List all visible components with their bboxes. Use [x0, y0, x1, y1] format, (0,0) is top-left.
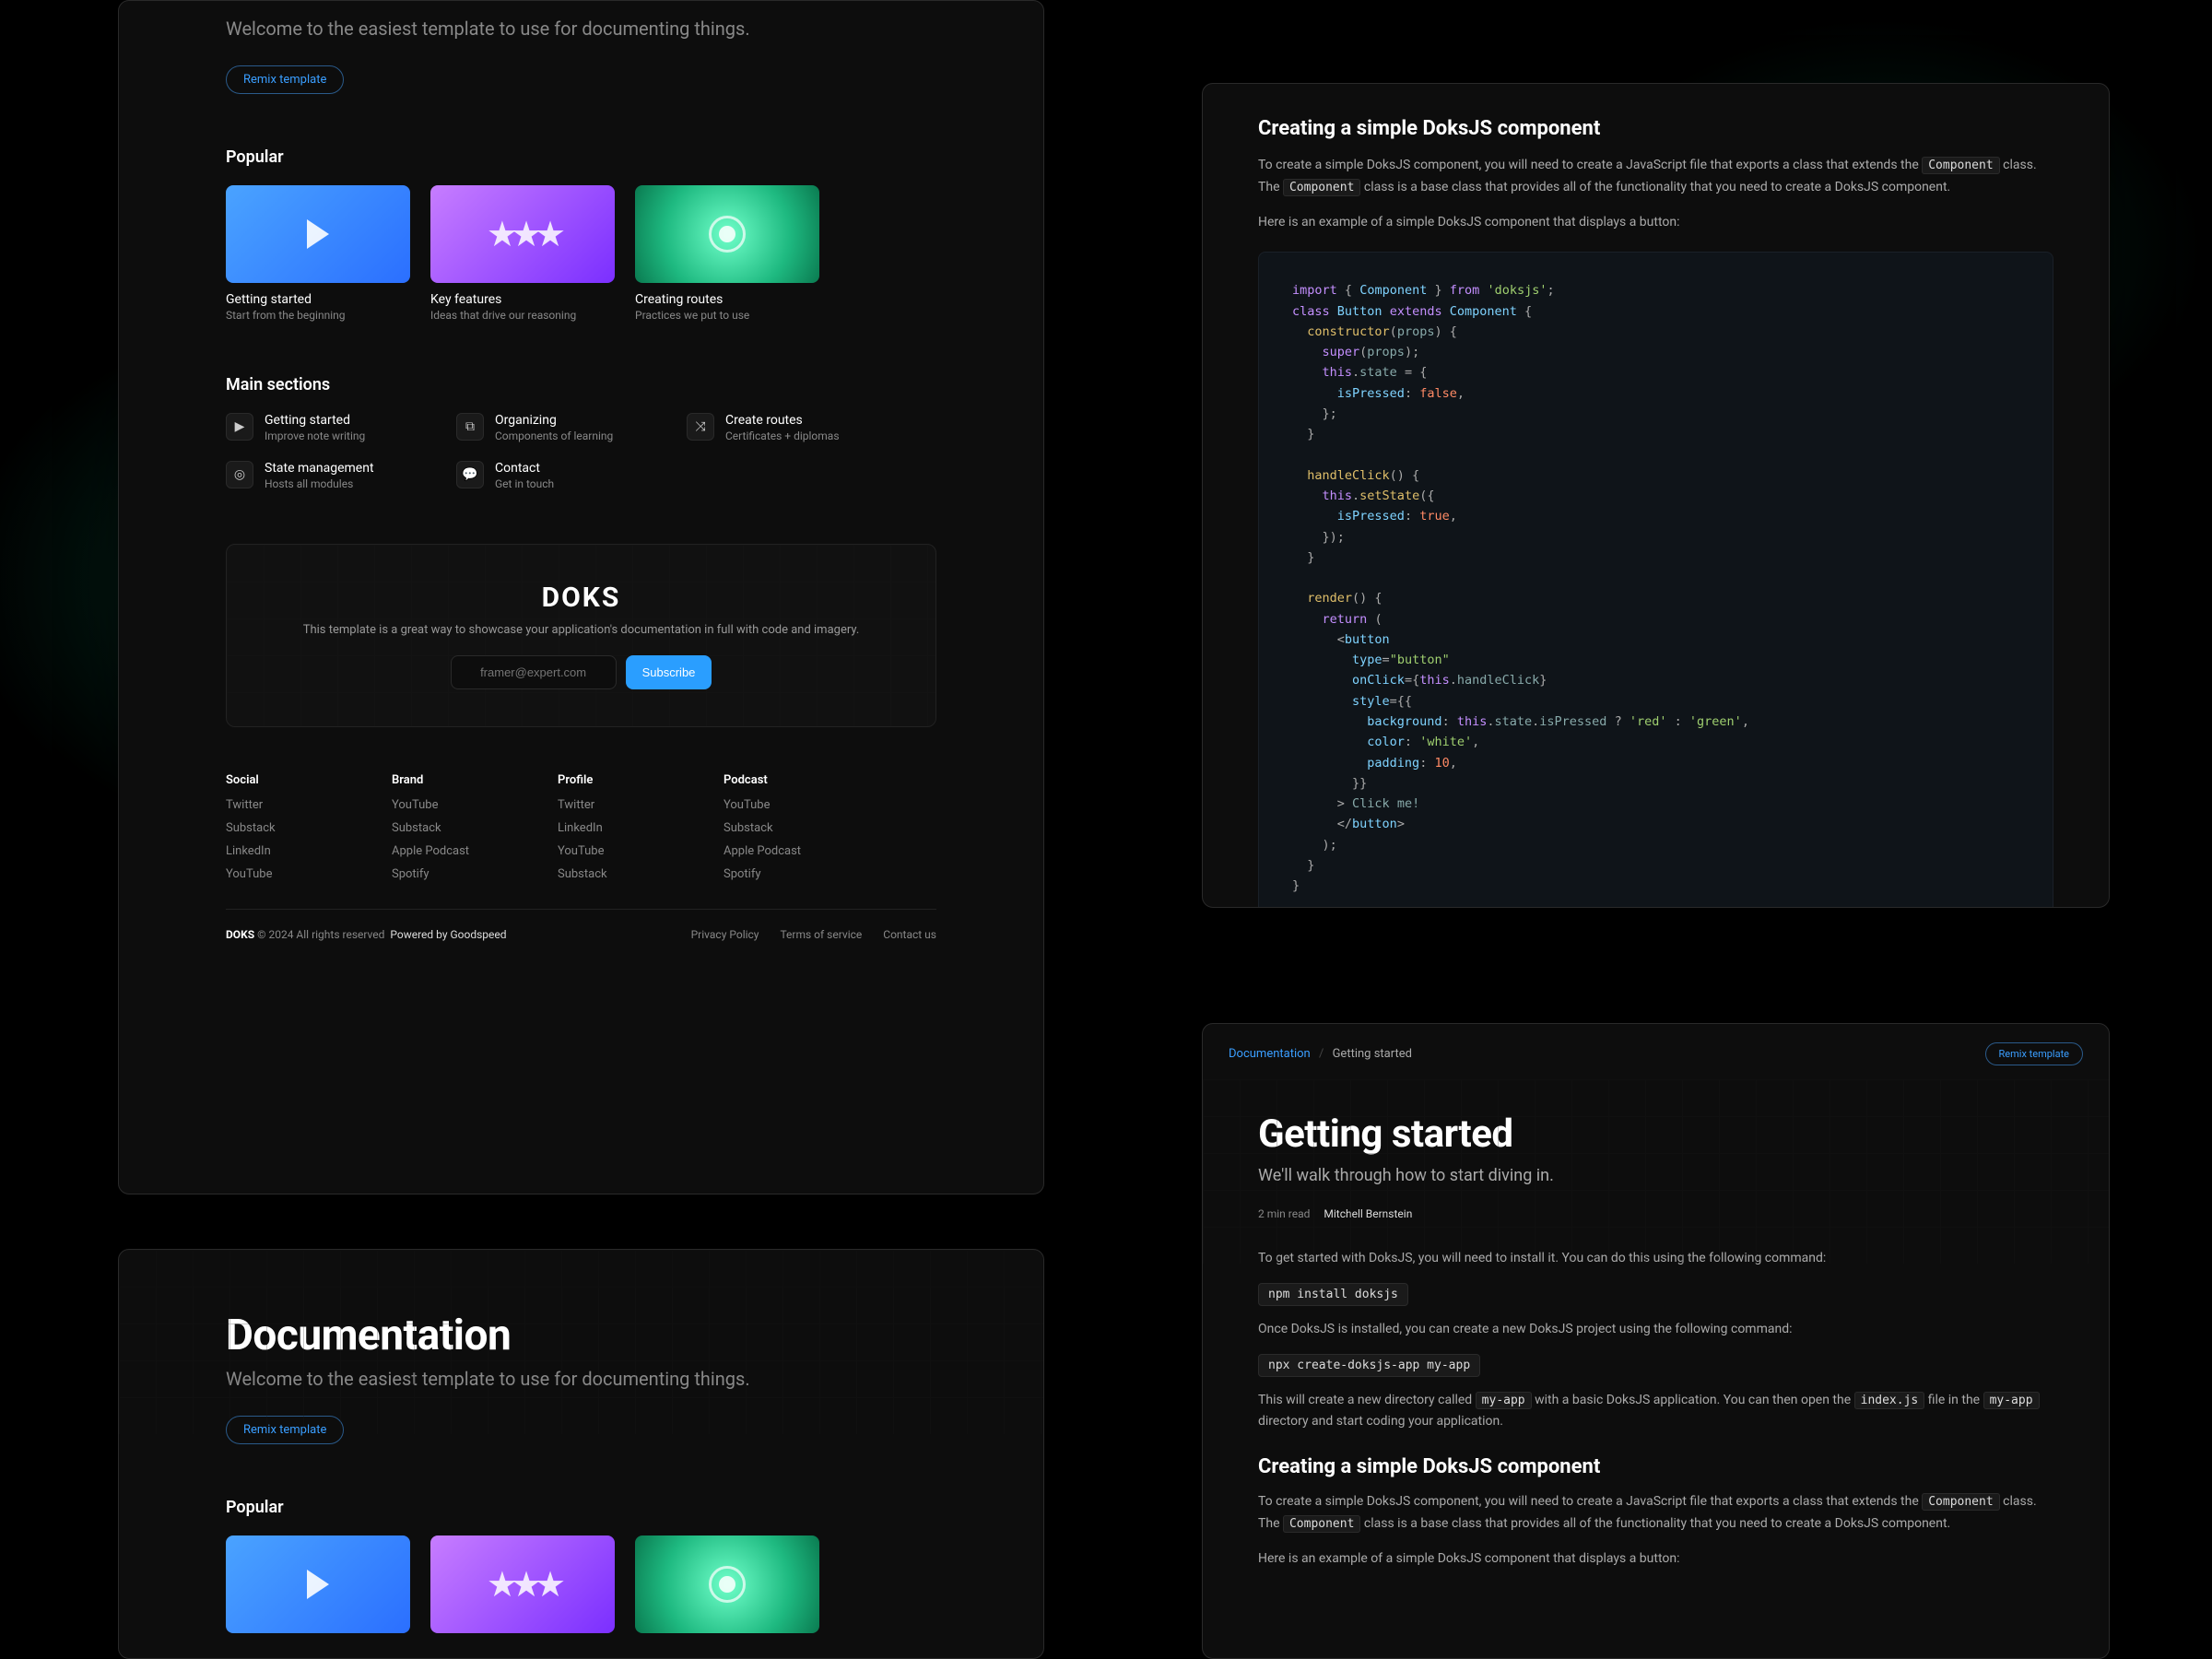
footer-link[interactable]: Spotify — [392, 867, 548, 881]
inline-code: Component — [1922, 157, 1999, 174]
footer-link[interactable]: Substack — [226, 821, 382, 835]
footer-link[interactable]: LinkedIn — [558, 821, 714, 835]
hero-subtitle: Welcome to the easiest template to use f… — [226, 18, 936, 40]
footer-link[interactable]: Substack — [558, 867, 714, 881]
star-icon: ★★★ — [430, 185, 615, 283]
footer-link[interactable]: Apple Podcast — [392, 844, 548, 858]
doc-meta: 2 min read Mitchell Bernstein — [1258, 1207, 2053, 1220]
hero-panel: Documentation Welcome to the easiest tem… — [118, 1249, 1044, 1659]
remix-template-button[interactable]: Remix template — [1985, 1042, 2083, 1065]
footer-link[interactable]: YouTube — [226, 867, 382, 881]
card-getting-started[interactable]: Getting started Start from the beginning — [226, 185, 410, 322]
article-paragraph: Here is an example of a simple DoksJS co… — [1258, 212, 2053, 234]
inline-code: Component — [1283, 179, 1360, 196]
popular-heading: Popular — [226, 147, 936, 167]
inline-code: index.js — [1854, 1392, 1925, 1409]
star-icon: ★★★ — [430, 1535, 615, 1633]
popular-heading: Popular — [226, 1498, 936, 1517]
footer-link[interactable]: Twitter — [226, 798, 382, 812]
article-panel: Creating a simple DoksJS component To cr… — [1202, 83, 2110, 908]
footer-link[interactable]: Spotify — [724, 867, 880, 881]
footer-link[interactable]: Substack — [724, 821, 880, 835]
command-block: npx create-doksjs-app my-app — [1258, 1354, 1480, 1377]
target-icon: ◎ — [226, 461, 253, 488]
doc-paragraph: To create a simple DoksJS component, you… — [1258, 1491, 2053, 1535]
section-getting-started[interactable]: ▶ Getting startedImprove note writing — [226, 413, 438, 442]
read-time: 2 min read — [1258, 1207, 1310, 1220]
doc-subtitle: We'll walk through how to start diving i… — [1258, 1166, 2053, 1185]
card-key-features[interactable]: ★★★ — [430, 1535, 615, 1633]
inline-code: my-app — [1983, 1392, 2040, 1409]
code-block: import { Component } from 'doksjs'; clas… — [1258, 252, 2053, 908]
footer-col-social: Social Twitter Substack LinkedIn YouTube — [226, 773, 382, 890]
card-creating-routes[interactable]: Creating routes Practices we put to use — [635, 185, 819, 322]
footer-link[interactable]: YouTube — [558, 844, 714, 858]
inline-code: Component — [1922, 1493, 1999, 1511]
section-create-routes[interactable]: ⤨ Create routesCertificates + diplomas — [687, 413, 899, 442]
remix-template-button[interactable]: Remix template — [226, 65, 344, 94]
hero-subtitle: Welcome to the easiest template to use f… — [226, 1368, 936, 1390]
landing-panel: Welcome to the easiest template to use f… — [118, 0, 1044, 1194]
footer-link[interactable]: YouTube — [392, 798, 548, 812]
play-icon: ▶ — [226, 413, 253, 441]
footer-bottom: DOKS © 2024 All rights reserved Powered … — [226, 909, 936, 941]
play-icon — [226, 185, 410, 283]
main-sections-heading: Main sections — [226, 375, 936, 394]
grid-icon: ⧉ — [456, 413, 484, 441]
cta-text: This template is a great way to showcase… — [264, 623, 899, 637]
footer-columns: Social Twitter Substack LinkedIn YouTube… — [226, 773, 936, 890]
popular-cards: ★★★ — [226, 1535, 936, 1633]
contact-link[interactable]: Contact us — [883, 928, 936, 941]
footer-link[interactable]: Apple Podcast — [724, 844, 880, 858]
doc-paragraph: To get started with DoksJS, you will nee… — [1258, 1248, 2053, 1270]
article-heading: Creating a simple DoksJS component — [1258, 117, 2053, 140]
card-creating-routes[interactable] — [635, 1535, 819, 1633]
terms-link[interactable]: Terms of service — [780, 928, 862, 941]
popular-cards: Getting started Start from the beginning… — [226, 185, 936, 322]
target-icon — [635, 185, 819, 283]
card-key-features[interactable]: ★★★ Key features Ideas that drive our re… — [430, 185, 615, 322]
doc-title: Getting started — [1258, 1112, 2053, 1157]
doc-paragraph: Once DoksJS is installed, you can create… — [1258, 1319, 2053, 1341]
section-organizing[interactable]: ⧉ OrganizingComponents of learning — [456, 413, 668, 442]
inline-code: Component — [1283, 1515, 1360, 1533]
target-icon — [635, 1535, 819, 1633]
privacy-link[interactable]: Privacy Policy — [691, 928, 759, 941]
footer-link[interactable]: Substack — [392, 821, 548, 835]
article-paragraph: To create a simple DoksJS component, you… — [1258, 155, 2053, 199]
play-icon — [226, 1535, 410, 1633]
footer-col-brand: Brand YouTube Substack Apple Podcast Spo… — [392, 773, 548, 890]
footer-col-profile: Profile Twitter LinkedIn YouTube Substac… — [558, 773, 714, 890]
author-name: Mitchell Bernstein — [1324, 1207, 1412, 1220]
main-sections-grid: ▶ Getting startedImprove note writing ⧉ … — [226, 413, 936, 490]
breadcrumb: Documentation / Getting started — [1229, 1047, 1412, 1061]
crumb-documentation[interactable]: Documentation — [1229, 1047, 1311, 1061]
footer-link[interactable]: Twitter — [558, 798, 714, 812]
inline-code: my-app — [1476, 1392, 1532, 1409]
cta-title: DOKS — [264, 582, 899, 614]
hero-title: Documentation — [226, 1311, 936, 1360]
doc-paragraph: This will create a new directory called … — [1258, 1390, 2053, 1434]
doc-page-panel: Documentation / Getting started Remix te… — [1202, 1023, 2110, 1659]
remix-template-button[interactable]: Remix template — [226, 1416, 344, 1444]
doc-paragraph: Here is an example of a simple DoksJS co… — [1258, 1548, 2053, 1571]
shuffle-icon: ⤨ — [687, 413, 714, 441]
email-input[interactable] — [451, 655, 617, 689]
footer-link[interactable]: LinkedIn — [226, 844, 382, 858]
footer-col-podcast: Podcast YouTube Substack Apple Podcast S… — [724, 773, 880, 890]
brand-name: DOKS — [226, 928, 254, 941]
subscribe-button[interactable]: Subscribe — [626, 655, 712, 689]
section-contact[interactable]: 💬 ContactGet in touch — [456, 461, 668, 490]
doc-h2: Creating a simple DoksJS component — [1258, 1455, 2053, 1478]
chat-icon: 💬 — [456, 461, 484, 488]
footer-link[interactable]: YouTube — [724, 798, 880, 812]
crumb-current: Getting started — [1333, 1047, 1412, 1061]
card-getting-started[interactable] — [226, 1535, 410, 1633]
subscribe-cta: DOKS This template is a great way to sho… — [226, 544, 936, 727]
command-block: npm install doksjs — [1258, 1283, 1408, 1306]
section-state-management[interactable]: ◎ State managementHosts all modules — [226, 461, 438, 490]
